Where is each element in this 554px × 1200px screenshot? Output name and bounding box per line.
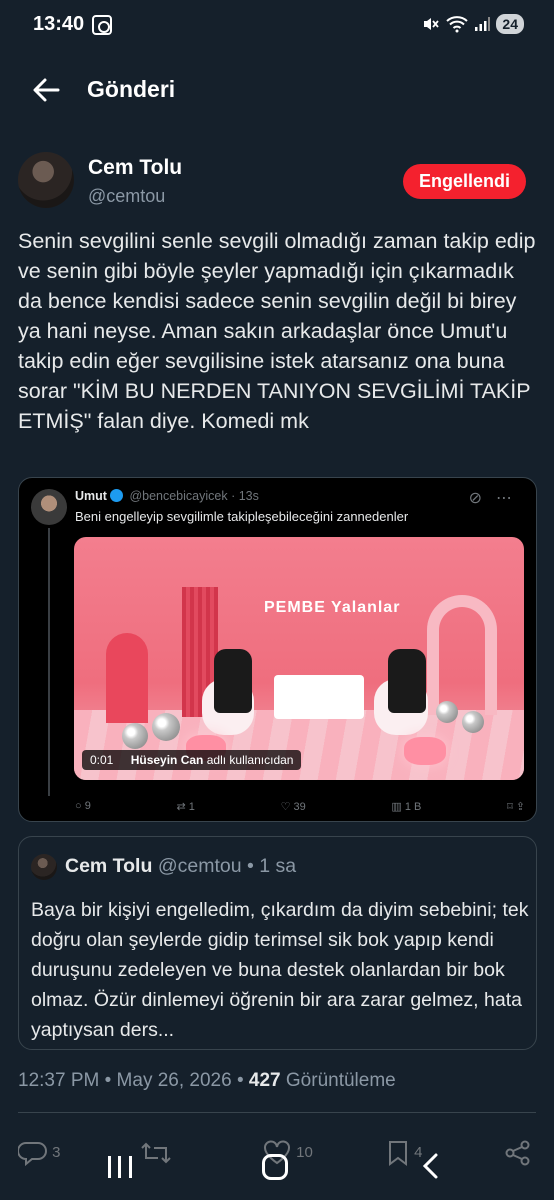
lamp	[404, 737, 446, 765]
person	[214, 649, 252, 713]
quoted-tweet-header: Cem Tolu @cemtou • 1 sa	[65, 855, 296, 878]
embedded-tweet-text: Beni engelleyip sevgilimle takipleşebile…	[75, 509, 409, 524]
battery-indicator: 24	[496, 14, 524, 34]
views-count[interactable]: 427	[249, 1070, 281, 1091]
repost-button[interactable]: ⇄ 1	[177, 800, 195, 813]
chevron-left-icon	[422, 1153, 438, 1179]
set-arch	[427, 595, 497, 715]
blocked-button[interactable]: Engellendi	[402, 164, 526, 199]
reply-count: 9	[84, 800, 91, 812]
like-count: 39	[293, 801, 306, 813]
status-bar: 13:40 24	[0, 0, 554, 52]
quoted-tweet-text: Baya bir kişiyi engelledim, çıkardım da …	[31, 899, 529, 1041]
set-desk	[274, 675, 364, 719]
disco-ball	[152, 713, 180, 741]
repost-count: 1	[188, 801, 195, 813]
author-handle[interactable]: @cemtou	[88, 186, 165, 207]
media-sign: PEMBE Yalanlar	[264, 599, 401, 616]
home-button[interactable]	[262, 1154, 288, 1180]
system-nav-bar	[0, 1140, 554, 1200]
avatar[interactable]	[18, 152, 74, 208]
disco-ball	[436, 701, 458, 723]
embedded-author-name[interactable]: Umut	[75, 489, 107, 503]
signal-icon	[475, 17, 491, 31]
disco-ball	[122, 723, 148, 749]
like-button[interactable]: ♡ 39	[281, 800, 306, 813]
disco-ball	[462, 711, 484, 733]
tweet-author: Cem Tolu @cemtou Engellendi	[18, 152, 538, 212]
video-suffix: adlı kullanıcıdan	[206, 753, 294, 767]
status-icons: 24	[422, 14, 524, 34]
quoted-author-handle[interactable]: @cemtou	[158, 855, 242, 877]
page-title: Gönderi	[87, 76, 176, 102]
status-time: 13:40	[33, 13, 85, 35]
wifi-icon	[446, 16, 469, 33]
screen-record-icon	[92, 15, 112, 35]
embedded-tweet-time: · 13s	[231, 489, 259, 503]
quoted-tweet-time: • 1 sa	[246, 855, 297, 877]
page-header: Gönderi	[0, 60, 554, 120]
embedded-tweet[interactable]: Umut @bencebicayicek · 13s ⊘⋯ Beni engel…	[18, 477, 537, 822]
quoted-tweet[interactable]: Cem Tolu @cemtou • 1 sa Baya bir kişiyi …	[18, 836, 537, 1050]
mute-icon	[424, 18, 440, 30]
more-icon[interactable]: ⋯	[496, 490, 526, 507]
tweet-meta: 12:37 PM • May 26, 2026 • 427 Görüntülem…	[18, 1070, 396, 1091]
embedded-tweet-icons: ⊘⋯	[469, 488, 526, 508]
embedded-author-handle[interactable]: @bencebicayicek	[129, 489, 227, 503]
person	[388, 649, 426, 713]
views-button[interactable]: ▥ 1 B	[391, 800, 421, 813]
video-info-bar: 0:01 Hüseyin Can adlı kullanıcıdan	[82, 750, 302, 770]
embedded-tweet-header: Umut @bencebicayicek · 13s	[75, 489, 259, 503]
system-back-button[interactable]	[420, 1152, 440, 1187]
grok-icon[interactable]: ⊘	[469, 490, 496, 507]
reply-button[interactable]: ○ 9	[75, 800, 91, 813]
set-arch	[106, 633, 148, 723]
video-time: 0:01	[90, 753, 114, 767]
verified-icon	[109, 489, 123, 502]
video-player[interactable]: PEMBE Yalanlar 0:01 Hüseyin Can adlı kul…	[74, 537, 524, 780]
thread-line	[48, 528, 50, 796]
tweet-date: May 26, 2026	[116, 1070, 232, 1091]
avatar[interactable]	[31, 489, 67, 525]
views-count: 1 B	[404, 801, 422, 813]
embedded-tweet-actions: ○ 9 ⇄ 1 ♡ 39 ▥ 1 B ⌑ ⇪	[75, 800, 525, 813]
tweet-time: 12:37 PM	[18, 1070, 100, 1091]
tweet-text: Senin sevgilini senle sevgili olmadığı z…	[18, 229, 536, 433]
video-user[interactable]: Hüseyin Can	[131, 753, 204, 767]
views-label: Görüntüleme	[285, 1070, 396, 1091]
bookmark-share[interactable]: ⌑ ⇪	[507, 800, 525, 813]
arrow-left-icon	[33, 78, 60, 102]
recent-apps-button[interactable]	[108, 1156, 132, 1178]
quoted-author-name[interactable]: Cem Tolu	[65, 855, 152, 877]
author-name[interactable]: Cem Tolu	[88, 156, 182, 180]
divider	[18, 1112, 536, 1113]
back-button[interactable]	[28, 74, 64, 106]
avatar[interactable]	[31, 854, 57, 880]
